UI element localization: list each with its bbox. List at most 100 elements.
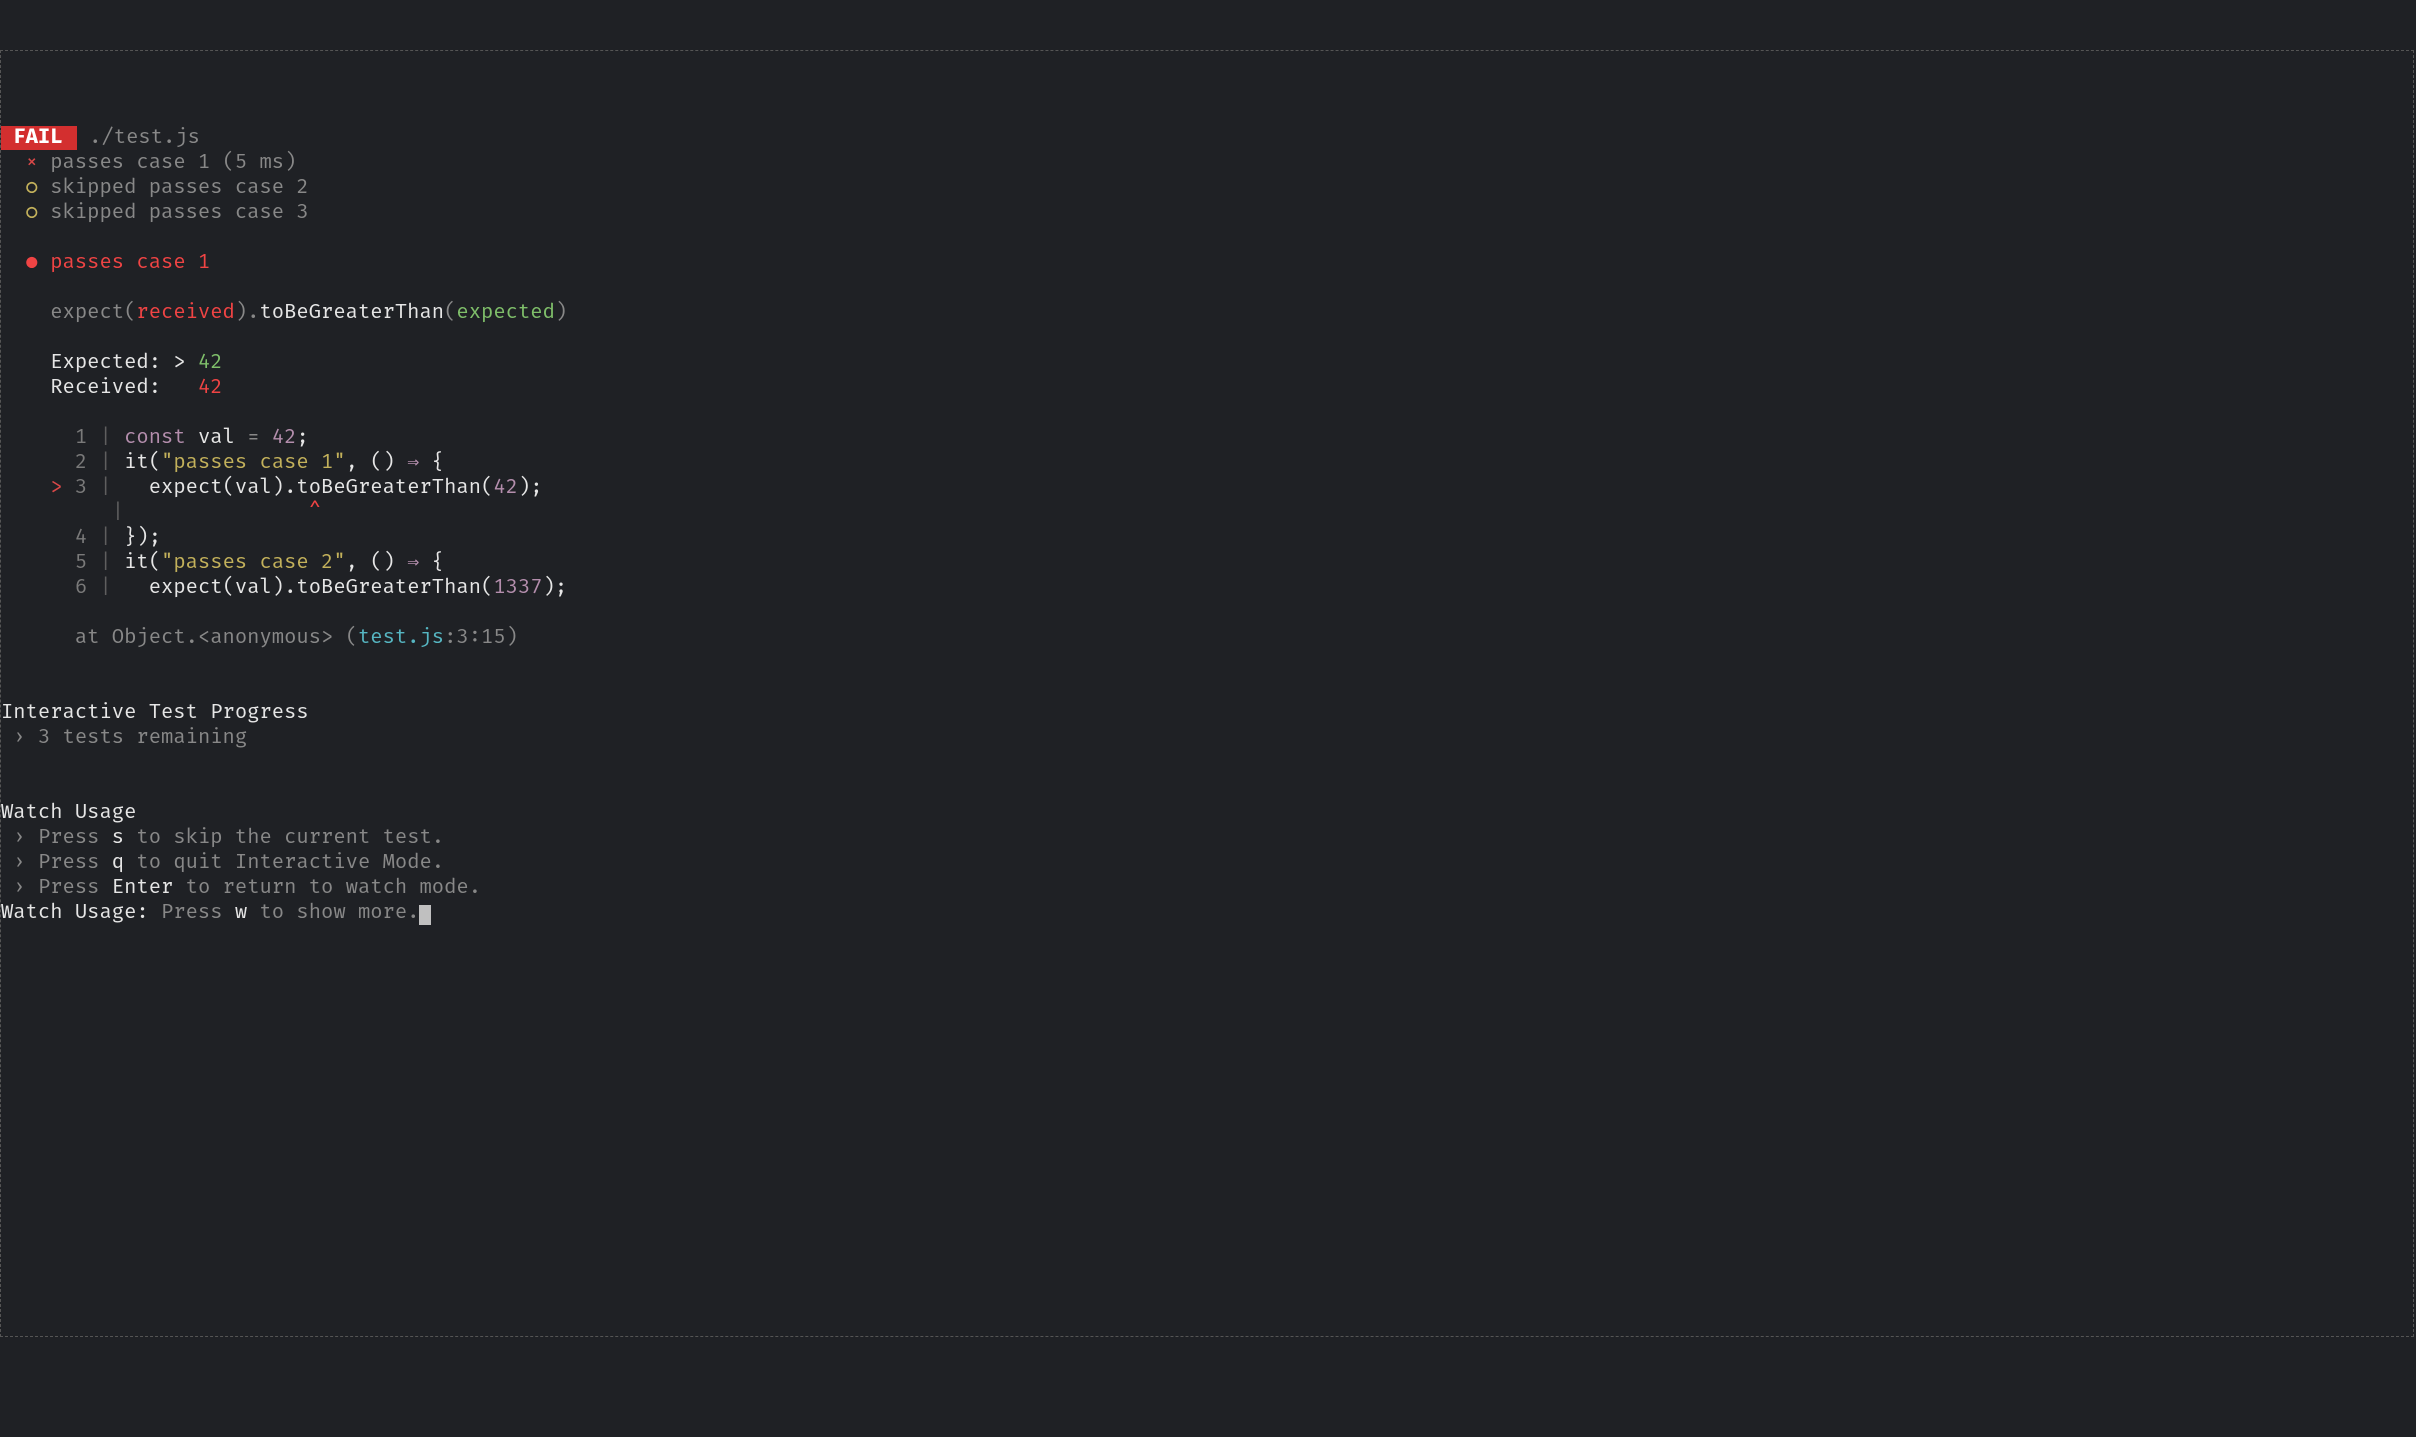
code-token: ⇒ <box>407 451 419 475</box>
code-token: "passes case 1" <box>161 451 346 475</box>
code-token: ; <box>296 426 308 450</box>
punct: ). <box>235 301 260 325</box>
code-token: 1337 <box>493 576 542 600</box>
watch-hint-suffix: to return to watch mode. <box>173 876 481 900</box>
code-token: ( <box>481 576 493 600</box>
code-token: const <box>124 426 198 450</box>
code-token: it <box>124 451 149 475</box>
code-gutter-pipe: | <box>87 576 124 600</box>
code-line-number: 2 <box>75 451 87 475</box>
result-text-1: skipped passes case 2 <box>50 176 308 200</box>
code-token: { <box>419 551 444 575</box>
watch-key-q[interactable]: q <box>112 851 124 875</box>
code-gutter-prefix <box>1 526 75 550</box>
arrow-icon: › <box>1 851 38 875</box>
code-line-number: 6 <box>75 576 87 600</box>
expected-keyword: expected <box>456 301 554 325</box>
code-gutter-prefix <box>1 576 75 600</box>
result-text-0: passes case 1 <box>50 151 222 175</box>
fail-bullet-icon: ● <box>1 251 50 275</box>
code-gutter-pipe: | <box>87 476 124 500</box>
code-token: ( <box>149 451 161 475</box>
matcher-name: toBeGreaterThan <box>259 301 444 325</box>
watch-key-w[interactable]: w <box>235 901 247 925</box>
result-duration-0: (5 ms) <box>223 151 297 175</box>
fail-badge: FAIL <box>1 126 77 150</box>
code-gutter-prefix <box>1 501 87 525</box>
received-label: Received: <box>1 376 198 400</box>
stack-location: :3:15 <box>444 626 506 650</box>
progress-title: Interactive Test Progress <box>1 701 309 725</box>
received-value: 42 <box>198 376 223 400</box>
code-token: { <box>419 451 444 475</box>
received-keyword: received <box>136 301 234 325</box>
code-gutter-pipe: | <box>87 426 124 450</box>
arrow-icon: › <box>1 876 38 900</box>
watch-footer-prefix: Press <box>149 901 235 925</box>
stack-prefix: at Object.<anonymous> ( <box>75 626 358 650</box>
punct: ) <box>506 626 518 650</box>
code-gutter-prefix: > <box>1 476 75 500</box>
arrow-icon: › <box>1 726 38 750</box>
code-token: it <box>124 551 149 575</box>
code-token: expect(val). <box>124 576 296 600</box>
watch-key-s[interactable]: s <box>112 826 124 850</box>
result-text-2: skipped passes case 3 <box>50 201 308 225</box>
code-token: ⇒ <box>407 551 419 575</box>
code-token: 42 <box>260 426 297 450</box>
code-line-number: 4 <box>75 526 87 550</box>
result-marker-1: ○ <box>1 176 50 200</box>
code-token: val <box>198 426 247 450</box>
watch-key-enter[interactable]: Enter <box>112 876 174 900</box>
indent <box>1 626 75 650</box>
code-token: ); <box>543 576 568 600</box>
watch-hint-prefix: Press <box>38 876 112 900</box>
code-gutter-pipe: | <box>87 526 124 550</box>
watch-usage-title: Watch Usage <box>1 801 136 825</box>
punct: ( <box>444 301 456 325</box>
code-line-number: 5 <box>75 551 87 575</box>
watch-hint-suffix: to skip the current test. <box>124 826 444 850</box>
code-line-number: 1 <box>75 426 87 450</box>
indent <box>1 301 50 325</box>
terminal-output: FAIL ./test.js × passes case 1 (5 ms) ○ … <box>1 126 2413 926</box>
code-token: "passes case 2" <box>161 551 346 575</box>
code-token: ); <box>518 476 543 500</box>
stack-file: test.js <box>358 626 444 650</box>
result-marker-2: ○ <box>1 201 50 225</box>
test-file-path: ./test.js <box>77 126 200 150</box>
code-token: ^ <box>136 501 321 525</box>
punct: ) <box>555 301 567 325</box>
code-gutter-pipe: | <box>87 451 124 475</box>
code-gutter-pipe: | <box>87 551 124 575</box>
fail-title: passes case 1 <box>50 251 210 275</box>
progress-remaining: 3 tests remaining <box>38 726 247 750</box>
code-token: , () <box>346 551 408 575</box>
code-token: , () <box>346 451 408 475</box>
result-marker-0: × <box>1 151 50 175</box>
terminal-cursor[interactable] <box>419 905 431 925</box>
code-gutter-prefix <box>1 551 75 575</box>
watch-footer-suffix: to show more. <box>247 901 419 925</box>
code-token: toBeGreaterThan <box>296 576 481 600</box>
code-gutter-prefix <box>1 426 75 450</box>
code-token: toBeGreaterThan <box>296 476 481 500</box>
code-line-number: 3 <box>75 476 87 500</box>
expect-keyword: expect( <box>50 301 136 325</box>
expected-label: Expected: > <box>1 351 198 375</box>
code-token: ( <box>481 476 493 500</box>
code-token: = <box>247 426 259 450</box>
watch-hint-suffix: to quit Interactive Mode. <box>124 851 444 875</box>
code-token: ( <box>149 551 161 575</box>
watch-footer-label: Watch Usage: <box>1 901 149 925</box>
watch-hint-prefix: Press <box>38 851 112 875</box>
code-gutter-pipe: | <box>99 501 136 525</box>
arrow-icon: › <box>1 826 38 850</box>
expected-value: 42 <box>198 351 223 375</box>
code-token: }); <box>124 526 161 550</box>
code-gutter-prefix <box>1 451 75 475</box>
watch-hint-prefix: Press <box>38 826 112 850</box>
code-token: 42 <box>493 476 518 500</box>
code-token: expect(val). <box>124 476 296 500</box>
code-line-number <box>87 501 99 525</box>
